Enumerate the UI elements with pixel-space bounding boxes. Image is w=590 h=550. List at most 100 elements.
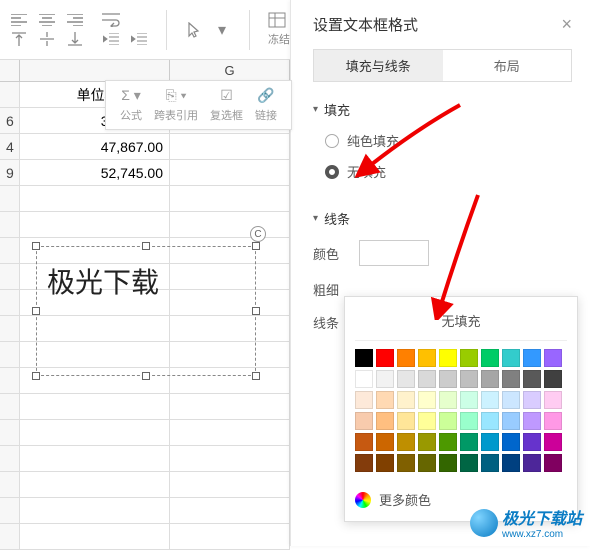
color-swatch-cell[interactable] (523, 370, 541, 388)
formula-button[interactable]: Σ ▾公式 (114, 87, 148, 123)
table-row[interactable] (0, 446, 290, 472)
color-swatch-cell[interactable] (418, 370, 436, 388)
color-swatch-cell[interactable] (544, 391, 562, 409)
color-swatch-cell[interactable] (544, 433, 562, 451)
crossref-button[interactable]: ⎘ ▾跨表引用 (148, 87, 204, 123)
indent-decrease-icon[interactable] (102, 31, 120, 47)
table-row[interactable] (0, 498, 290, 524)
color-swatch-cell[interactable] (397, 370, 415, 388)
resize-handle[interactable] (252, 372, 260, 380)
section-line[interactable]: 线条 (313, 209, 572, 228)
color-swatch-cell[interactable] (481, 433, 499, 451)
color-swatch-cell[interactable] (439, 412, 457, 430)
color-swatch-cell[interactable] (544, 370, 562, 388)
link-button[interactable]: 🔗链接 (249, 87, 283, 123)
valign-middle-icon[interactable] (38, 31, 56, 47)
chevron-down-icon[interactable]: ▾ (213, 22, 231, 38)
color-swatch[interactable] (359, 240, 429, 266)
table-row[interactable] (0, 394, 290, 420)
table-row[interactable] (0, 420, 290, 446)
color-swatch-cell[interactable] (439, 433, 457, 451)
color-swatch-cell[interactable] (502, 370, 520, 388)
color-swatch-cell[interactable] (439, 370, 457, 388)
color-swatch-cell[interactable] (418, 412, 436, 430)
radio-solid-fill[interactable]: 纯色填充 (313, 131, 572, 150)
color-swatch-cell[interactable] (376, 391, 394, 409)
color-swatch-cell[interactable] (481, 349, 499, 367)
data-cell[interactable]: 52,745.00 (20, 160, 170, 185)
color-swatch-cell[interactable] (355, 349, 373, 367)
valign-top-icon[interactable] (10, 31, 28, 47)
textbox-selection[interactable]: C 极光下载 (36, 246, 256, 376)
column-g[interactable]: G (170, 60, 290, 81)
color-swatch-cell[interactable] (523, 412, 541, 430)
color-swatch-cell[interactable] (376, 412, 394, 430)
color-swatch-cell[interactable] (355, 433, 373, 451)
data-cell[interactable] (170, 160, 290, 185)
indent-increase-icon[interactable] (130, 31, 148, 47)
resize-handle[interactable] (252, 242, 260, 250)
color-swatch-cell[interactable] (439, 349, 457, 367)
color-swatch-cell[interactable] (376, 433, 394, 451)
color-swatch-cell[interactable] (523, 349, 541, 367)
color-swatch-cell[interactable] (544, 454, 562, 472)
color-swatch-cell[interactable] (397, 391, 415, 409)
color-swatch-cell[interactable] (481, 454, 499, 472)
color-swatch-cell[interactable] (397, 349, 415, 367)
column-f[interactable] (20, 60, 170, 81)
resize-handle[interactable] (142, 372, 150, 380)
table-row[interactable] (0, 472, 290, 498)
color-swatch-cell[interactable] (418, 433, 436, 451)
color-swatch-cell[interactable] (502, 349, 520, 367)
color-swatch-cell[interactable] (544, 349, 562, 367)
table-row[interactable]: 952,745.00 (0, 160, 290, 186)
color-swatch-cell[interactable] (460, 349, 478, 367)
table-row[interactable] (0, 524, 290, 550)
resize-handle[interactable] (32, 372, 40, 380)
color-swatch-cell[interactable] (376, 370, 394, 388)
picker-nofill-option[interactable]: 无填充 (355, 305, 567, 341)
color-swatch-cell[interactable] (544, 412, 562, 430)
color-swatch-cell[interactable] (523, 391, 541, 409)
color-swatch-cell[interactable] (460, 412, 478, 430)
color-swatch-cell[interactable] (481, 391, 499, 409)
color-swatch-cell[interactable] (481, 370, 499, 388)
color-swatch-cell[interactable] (460, 391, 478, 409)
tab-fill-line[interactable]: 填充与线条 (314, 50, 443, 81)
color-swatch-cell[interactable] (523, 454, 541, 472)
data-cell[interactable]: 47,867.00 (20, 134, 170, 159)
checkbox-button[interactable]: ☑复选框 (204, 87, 249, 123)
color-swatch-cell[interactable] (460, 433, 478, 451)
valign-bottom-icon[interactable] (66, 31, 84, 47)
color-swatch-cell[interactable] (418, 349, 436, 367)
align-left-icon[interactable] (10, 12, 28, 28)
color-swatch-cell[interactable] (376, 349, 394, 367)
align-center-icon[interactable] (38, 12, 56, 28)
color-swatch-cell[interactable] (418, 391, 436, 409)
color-swatch-cell[interactable] (397, 454, 415, 472)
align-right-icon[interactable] (66, 12, 84, 28)
color-swatch-cell[interactable] (418, 454, 436, 472)
rotate-handle[interactable]: C (250, 226, 266, 242)
color-swatch-cell[interactable] (502, 454, 520, 472)
resize-handle[interactable] (32, 307, 40, 315)
color-swatch-cell[interactable] (502, 433, 520, 451)
resize-handle[interactable] (252, 307, 260, 315)
color-swatch-cell[interactable] (439, 454, 457, 472)
color-swatch-cell[interactable] (397, 412, 415, 430)
textbox[interactable]: 极光下载 (36, 246, 256, 376)
table-row[interactable]: 447,867.00 (0, 134, 290, 160)
color-swatch-cell[interactable] (439, 391, 457, 409)
radio-no-fill[interactable]: 无填充 (313, 162, 572, 181)
color-swatch-cell[interactable] (397, 433, 415, 451)
color-swatch-cell[interactable] (355, 391, 373, 409)
data-cell[interactable] (170, 134, 290, 159)
color-swatch-cell[interactable] (355, 370, 373, 388)
freeze-icon[interactable] (268, 12, 286, 28)
cursor-icon[interactable] (185, 22, 203, 38)
color-swatch-cell[interactable] (502, 412, 520, 430)
tab-layout[interactable]: 布局 (443, 50, 572, 81)
close-icon[interactable]: × (561, 14, 572, 35)
color-swatch-cell[interactable] (481, 412, 499, 430)
wrap-text-icon[interactable] (102, 12, 120, 28)
